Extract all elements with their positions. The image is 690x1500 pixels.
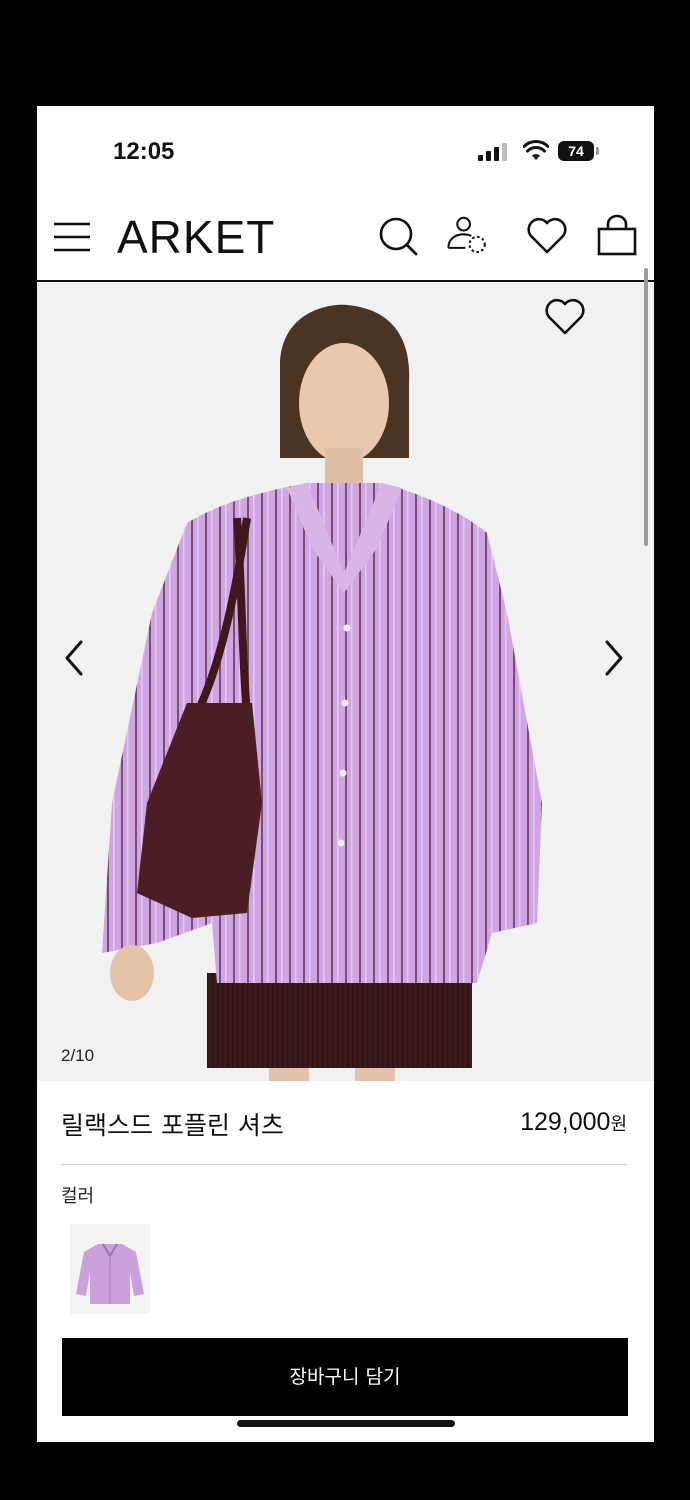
color-label: 컬러 [61, 1186, 95, 1207]
add-to-cart-button[interactable]: 장바구니 담기 [62, 1338, 628, 1416]
divider [61, 1164, 627, 1165]
brand-logo[interactable]: ARKET [117, 210, 275, 264]
product-price: 129,000원 [520, 1108, 627, 1137]
battery-tip [596, 147, 599, 155]
account-icon[interactable] [445, 214, 489, 258]
site-header: ARKET [37, 196, 654, 282]
wifi-icon [523, 140, 549, 160]
shirt-thumbnail [76, 1243, 144, 1304]
status-time: 12:05 [113, 138, 175, 165]
price-currency: 원 [610, 1114, 627, 1135]
status-bar: 12:05 74 [37, 106, 654, 194]
scrollbar[interactable] [644, 268, 648, 546]
price-value: 129,000 [520, 1108, 611, 1136]
product-gallery[interactable]: 2/10 [37, 283, 654, 1081]
phone-screen: 12:05 74 ARKET 2/10 릴랙스드 포플린 셔츠 129,000원… [37, 106, 654, 1442]
search-icon[interactable] [377, 214, 421, 258]
battery-icon: 74 [558, 141, 594, 161]
home-indicator[interactable] [237, 1420, 455, 1427]
previous-image-arrow-icon[interactable] [59, 636, 89, 680]
next-image-arrow-icon[interactable] [599, 636, 629, 680]
color-swatch[interactable] [70, 1224, 150, 1314]
cellular-signal-icon [478, 143, 507, 161]
product-photo [102, 304, 542, 1081]
image-counter: 2/10 [61, 1046, 95, 1065]
product-title: 릴랙스드 포플린 셔츠 [61, 1111, 284, 1140]
menu-icon[interactable] [54, 220, 90, 254]
favorite-heart-icon[interactable] [543, 297, 587, 337]
wishlist-icon[interactable] [525, 214, 569, 258]
shopping-bag-icon[interactable] [595, 214, 639, 258]
